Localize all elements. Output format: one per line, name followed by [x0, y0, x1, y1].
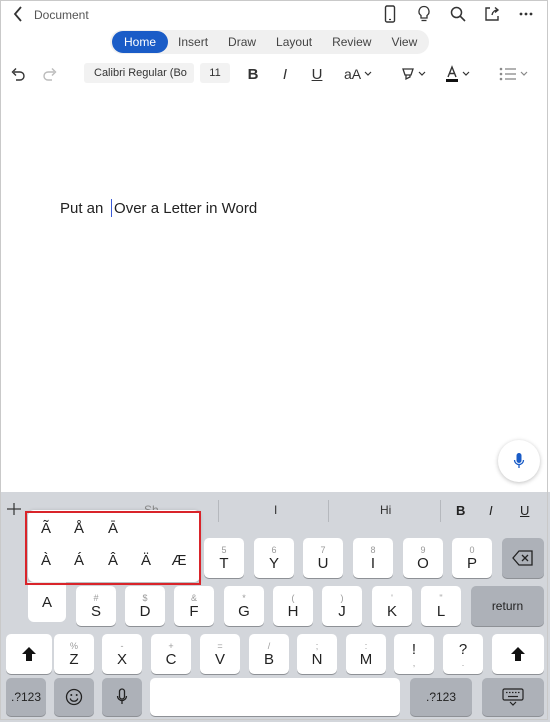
return-key[interactable]: return: [471, 586, 544, 626]
share-icon[interactable]: [482, 4, 502, 24]
bold-button[interactable]: B: [244, 64, 262, 84]
suggestion-divider: [440, 500, 441, 522]
text-before-cursor: Put an: [60, 200, 108, 217]
keyboard-italic-button[interactable]: I: [489, 503, 493, 518]
microphone-icon: [116, 688, 128, 704]
key-v[interactable]: = V: [200, 634, 240, 674]
dictation-key[interactable]: [102, 678, 142, 716]
redo-icon[interactable]: [40, 64, 60, 84]
tab-layout[interactable]: Layout: [266, 31, 322, 53]
emoji-icon: [65, 688, 83, 706]
key-j[interactable]: ) J: [322, 586, 362, 626]
key-f[interactable]: & F: [174, 586, 214, 626]
font-color-icon: [446, 65, 458, 82]
keyboard-bold-button[interactable]: B: [456, 503, 465, 518]
keyboard-dismiss-key[interactable]: [482, 678, 544, 716]
tab-home[interactable]: Home: [112, 31, 169, 53]
font-color-menu[interactable]: [442, 64, 472, 84]
shift-key-right[interactable]: [492, 634, 544, 674]
underline-button[interactable]: U: [308, 64, 326, 84]
dictate-button[interactable]: [498, 440, 540, 482]
key-m[interactable]: :M: [346, 634, 386, 674]
key-question[interactable]: ?.: [443, 634, 483, 674]
font-size-menu[interactable]: aA: [342, 64, 374, 84]
suggestion-divider: [218, 500, 219, 522]
suggestion-divider: [328, 500, 329, 522]
lightbulb-icon[interactable]: [414, 4, 434, 24]
top-bar: Document: [0, 0, 550, 30]
undo-icon[interactable]: [8, 64, 28, 84]
bullets-menu[interactable]: [496, 64, 530, 84]
highlight-menu[interactable]: [398, 64, 428, 84]
font-size-field[interactable]: 11: [200, 63, 230, 83]
more-options-icon[interactable]: [516, 4, 536, 24]
numbers-key-left[interactable]: .?123: [6, 678, 46, 716]
key-k[interactable]: ' K: [372, 586, 412, 626]
text-after-cursor: Over a Letter in Word: [114, 200, 258, 217]
key-i[interactable]: 8I: [353, 538, 393, 578]
mobile-view-icon[interactable]: [380, 4, 400, 24]
search-icon[interactable]: [448, 4, 468, 24]
key-z[interactable]: % Z: [54, 634, 94, 674]
numbers-key-right[interactable]: .?123: [410, 678, 472, 716]
tab-draw[interactable]: Draw: [218, 31, 266, 53]
back-icon[interactable]: [8, 5, 28, 25]
key-x[interactable]: -X: [102, 634, 142, 674]
key-s[interactable]: # S: [76, 586, 116, 626]
key-o[interactable]: 9O: [403, 538, 443, 578]
shift-key-left[interactable]: [6, 634, 52, 674]
key-t[interactable]: 5T: [204, 538, 244, 578]
shift-icon: [511, 647, 525, 661]
microphone-icon: [513, 453, 525, 468]
bullet-list-icon: [499, 67, 516, 81]
key-n[interactable]: ; N: [297, 634, 337, 674]
text-cursor: [110, 199, 113, 217]
chevron-down-icon: [520, 71, 527, 76]
key-exclamation[interactable]: !,: [394, 634, 434, 674]
backspace-icon: [512, 550, 533, 566]
chevron-down-icon: [364, 71, 372, 76]
key-y[interactable]: 6Y: [254, 538, 294, 578]
keyboard-underline-button[interactable]: U: [520, 503, 529, 518]
space-bar[interactable]: [150, 678, 400, 716]
italic-button[interactable]: I: [276, 64, 294, 84]
tab-view[interactable]: View: [381, 31, 427, 53]
key-a-pressed[interactable]: A: [28, 582, 66, 622]
formatting-toolbar: B I U aA: [0, 60, 550, 88]
chevron-down-icon: [418, 71, 426, 76]
key-c[interactable]: + C: [151, 634, 191, 674]
tab-review[interactable]: Review: [322, 31, 381, 53]
key-u[interactable]: 7U: [303, 538, 343, 578]
highlighter-icon: [402, 68, 414, 81]
key-b[interactable]: / B: [249, 634, 289, 674]
key-h[interactable]: (H: [273, 586, 313, 626]
backspace-key[interactable]: [502, 538, 544, 578]
document-title[interactable]: Document: [34, 8, 89, 22]
tab-insert[interactable]: Insert: [168, 31, 218, 53]
chevron-down-icon: [462, 71, 470, 76]
document-body[interactable]: Put an Over a Letter in Word: [60, 199, 257, 217]
top-actions: [380, 4, 536, 24]
emoji-key[interactable]: [54, 678, 94, 716]
ribbon-tabs: Home Insert Draw Layout Review View: [110, 30, 430, 54]
shift-icon: [22, 647, 36, 661]
suggestion-hi[interactable]: Hi: [380, 503, 391, 517]
key-g[interactable]: * G: [224, 586, 264, 626]
font-size-button-label: aA: [343, 66, 362, 82]
key-l[interactable]: " L: [421, 586, 461, 626]
cursor-arrows-icon[interactable]: [6, 502, 22, 516]
keyboard-dismiss-icon: [502, 688, 524, 706]
font-name-field[interactable]: Calibri Regular (Bo: [84, 63, 194, 83]
highlight-box: [25, 511, 201, 585]
key-d[interactable]: $ D: [125, 586, 165, 626]
suggestion-i[interactable]: I: [274, 503, 277, 517]
key-p[interactable]: 0P: [452, 538, 492, 578]
